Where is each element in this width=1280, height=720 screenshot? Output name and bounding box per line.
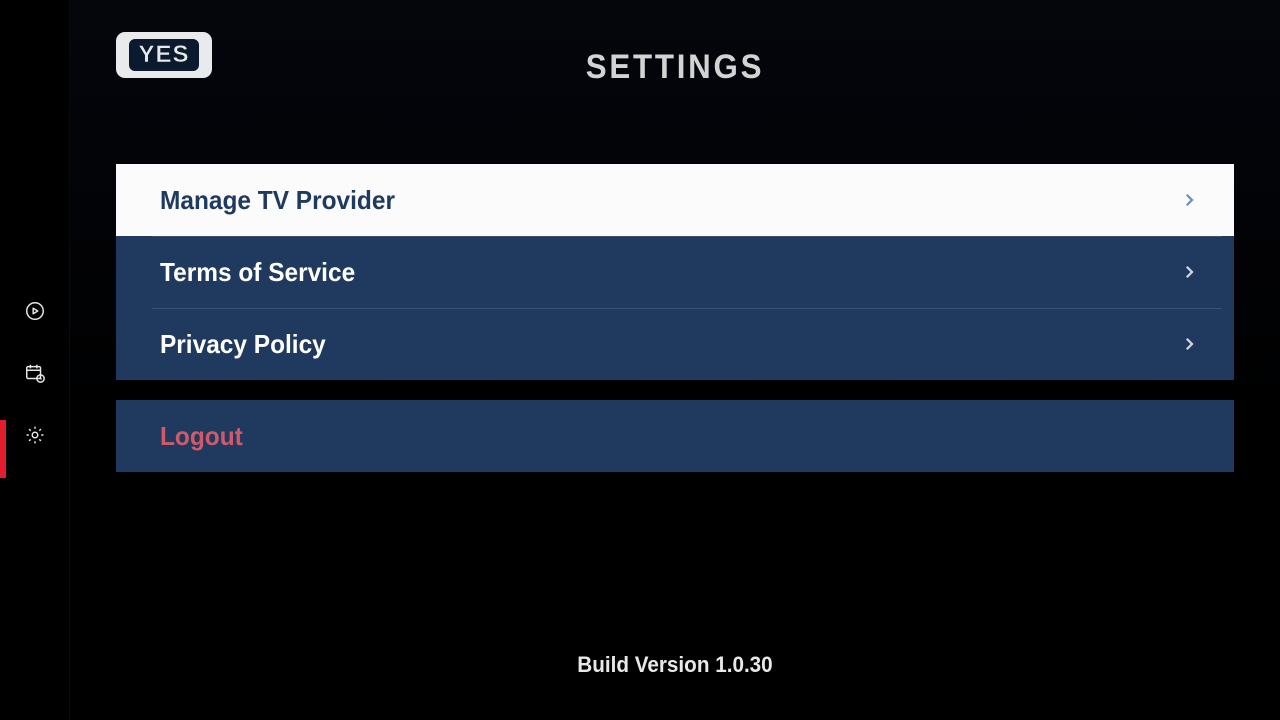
- row-privacy-policy[interactable]: Privacy Policy: [116, 308, 1234, 380]
- row-terms-of-service[interactable]: Terms of Service: [116, 236, 1234, 308]
- main-content: YES SETTINGS Manage TV Provider Terms of…: [70, 0, 1280, 720]
- settings-list: Manage TV Provider Terms of Service Priv…: [116, 164, 1234, 492]
- sidebar-item-settings[interactable]: [24, 426, 46, 448]
- schedule-icon: [24, 362, 46, 389]
- row-label: Privacy Policy: [160, 329, 326, 360]
- row-label: Logout: [160, 421, 243, 452]
- settings-group-account: Manage TV Provider Terms of Service Priv…: [116, 164, 1234, 380]
- app-root: YES SETTINGS Manage TV Provider Terms of…: [0, 0, 1280, 720]
- settings-group-session: Logout: [116, 400, 1234, 472]
- sidebar: [0, 0, 70, 720]
- row-manage-tv-provider[interactable]: Manage TV Provider: [116, 164, 1234, 236]
- chevron-right-icon: [1180, 191, 1198, 209]
- play-circle-icon: [24, 300, 46, 327]
- build-version: Build Version 1.0.30: [106, 652, 1243, 678]
- sidebar-item-watch[interactable]: [24, 302, 46, 324]
- row-logout[interactable]: Logout: [116, 400, 1234, 472]
- chevron-right-icon: [1180, 335, 1198, 353]
- sidebar-icon-list: [0, 302, 69, 448]
- chevron-right-icon: [1180, 263, 1198, 281]
- gear-icon: [24, 424, 46, 451]
- sidebar-item-schedule[interactable]: [24, 364, 46, 386]
- row-label: Manage TV Provider: [160, 185, 395, 216]
- row-label: Terms of Service: [160, 257, 355, 288]
- page-title: SETTINGS: [118, 48, 1231, 87]
